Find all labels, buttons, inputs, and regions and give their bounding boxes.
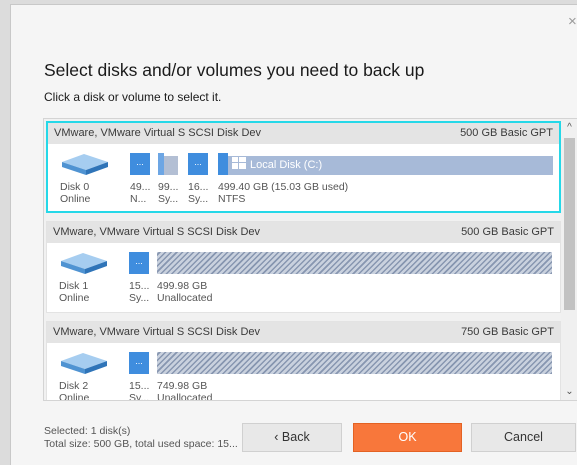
partition-size: 15... [129,380,150,392]
selected-count: Selected: 1 disk(s) [44,425,131,437]
scroll-thumb[interactable] [564,138,575,310]
disk-list: VMware, VMware Virtual S SCSI Disk Dev 5… [43,118,577,401]
partition-type: Sy... [129,392,150,400]
disk-number: Disk 1 [59,280,89,292]
disk-header: VMware, VMware Virtual S SCSI Disk Dev 7… [47,322,560,343]
disk-info: 500 GB Basic GPT [460,127,553,139]
partition-text: 99... Sy... [158,181,178,205]
disk-card-0[interactable]: VMware, VMware Virtual S SCSI Disk Dev 5… [46,121,561,213]
vertical-scrollbar[interactable]: ^ ⌄ [561,119,577,400]
partition-text: 15... Sy... [129,280,149,304]
disk-header: VMware, VMware Virtual S SCSI Disk Dev 5… [48,123,559,144]
disk-info: 500 GB Basic GPT [461,226,554,238]
volume-text: 749.98 GB Unallocated [157,380,212,400]
partition-glyph: ... [188,153,208,175]
disk-model: VMware, VMware Virtual S SCSI Disk Dev [54,127,262,139]
ok-button[interactable]: OK [353,423,462,452]
volume-text: 499.98 GB Unallocated [157,280,212,304]
disk-model: VMware, VMware Virtual S SCSI Disk Dev [53,326,261,338]
disk-status: Online [59,392,90,400]
partition-type: Sy... [158,193,179,205]
volume-filesystem: NTFS [218,193,246,205]
partition-size: 16... [188,181,209,193]
disk-label: Disk 1 Online [59,280,89,304]
partition-text: 15... Sy... [129,380,149,400]
partition-block[interactable] [158,153,183,175]
disk-list-viewport: VMware, VMware Virtual S SCSI Disk Dev 5… [44,119,561,400]
unallocated-space[interactable] [157,352,552,374]
scroll-down-icon[interactable]: ⌄ [561,383,577,400]
unallocated-space[interactable] [157,252,552,274]
hard-disk-icon [62,154,108,175]
disk-status: Online [59,292,90,304]
hard-disk-icon [61,253,107,274]
partition-size: 99... [158,181,179,193]
disk-status: Online [60,193,91,205]
partition-text: 49... N... [130,181,150,205]
volume-filesystem: Unallocated [157,292,213,304]
disk-model: VMware, VMware Virtual S SCSI Disk Dev [53,226,261,238]
disk-number: Disk 2 [59,380,89,392]
hard-disk-icon [61,353,107,374]
partition-glyph: ... [129,252,149,274]
partition-free-bar [164,156,178,175]
partition-type: Sy... [129,292,150,304]
cancel-button[interactable]: Cancel [471,423,576,452]
partition-block[interactable]: ... [188,153,208,175]
disk-header: VMware, VMware Virtual S SCSI Disk Dev 5… [47,222,560,243]
partition-block[interactable]: ... [129,252,149,274]
volume-filesystem: Unallocated [157,392,213,400]
disk-label: Disk 2 Online [59,380,89,400]
volume-free-bar: Local Disk (C:) [228,156,553,175]
volume-used-bar [218,153,228,175]
disk-info: 750 GB Basic GPT [461,326,554,338]
volume-size: 499.40 GB (15.03 GB used) [218,181,349,193]
disk-number: Disk 0 [60,181,90,193]
backup-dialog: × Select disks and/or volumes you need t… [10,4,577,465]
disk-card-1[interactable]: VMware, VMware Virtual S SCSI Disk Dev 5… [46,221,561,313]
partition-size: 49... [130,181,151,193]
windows-icon [232,157,246,169]
back-button[interactable]: ‹ Back [242,423,342,452]
total-size-summary: Total size: 500 GB, total used space: 15… [44,438,238,450]
partition-type: Sy... [188,193,209,205]
dialog-title: Select disks and/or volumes you need to … [44,60,425,80]
partition-block[interactable]: ... [130,153,150,175]
partition-type: N... [130,193,147,205]
volume-size: 499.98 GB [157,280,208,292]
dialog-subtitle: Click a disk or volume to select it. [44,90,222,104]
disk-card-2[interactable]: VMware, VMware Virtual S SCSI Disk Dev 7… [46,321,561,400]
volume-text: 499.40 GB (15.03 GB used) NTFS [218,181,348,205]
scroll-up-icon[interactable]: ^ [561,119,577,136]
partition-text: 16... Sy... [188,181,208,205]
volume-title: Local Disk (C:) [250,159,323,171]
partition-block[interactable]: ... [129,352,149,374]
volume-size: 749.98 GB [157,380,208,392]
partition-glyph: ... [130,153,150,175]
close-icon[interactable]: × [568,14,577,29]
partition-glyph: ... [129,352,149,374]
disk-label: Disk 0 Online [60,181,90,205]
partition-size: 15... [129,280,150,292]
volume-local-disk-c[interactable]: Local Disk (C:) [218,153,553,175]
